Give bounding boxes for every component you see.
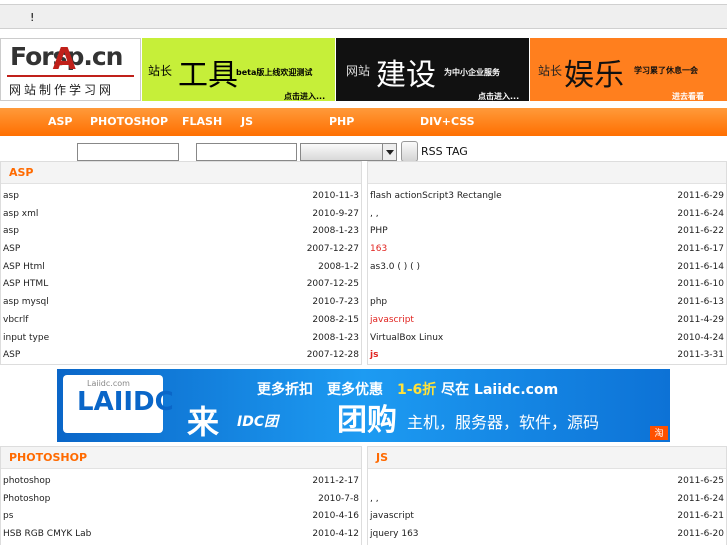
panel-photoshop-title[interactable]: PHOTOSHOP xyxy=(9,451,87,464)
list-item[interactable]: asp xml 2010-9-27 xyxy=(1,206,361,224)
site-logo[interactable]: For Asp.cn 网站制作学习网 xyxy=(0,38,141,101)
ad-idc: IDC团 xyxy=(237,414,279,430)
banner-fun-link[interactable]: 进去看看 xyxy=(672,91,704,101)
list-item[interactable]: ASP HTML 2007-12-25 xyxy=(1,276,361,294)
banner-build-title: 建设 xyxy=(376,58,436,93)
list-item[interactable]: Photoshop 2010-7-8 xyxy=(1,491,361,509)
list-item[interactable]: VirtualBox Linux 2010-4-24 xyxy=(368,330,726,348)
list-item[interactable]: 2011-6-25 xyxy=(368,473,726,491)
chevron-down-icon xyxy=(382,144,396,160)
list-item[interactable]: php 2011-6-13 xyxy=(368,294,726,312)
nav-flash[interactable]: FLASH xyxy=(182,115,222,128)
search-input-1[interactable] xyxy=(77,143,179,161)
panel-asp-header: ASP xyxy=(1,162,361,184)
banner-tools-prefix: 站长 xyxy=(148,64,173,78)
ad-goods: 主机，服务器，软件，源码 xyxy=(407,413,600,432)
logo-wordmark: For Asp.cn xyxy=(10,42,123,77)
list-item[interactable]: js 2011-3-31 xyxy=(368,347,726,365)
list-item[interactable]: asp 2008-1-23 xyxy=(1,223,361,241)
banner-fun[interactable]: 站长 娱乐 学习累了休息一会 进去看看 xyxy=(530,38,727,101)
panel-asp: ASP asp 2010-11-3 asp xml 2010-9-27 asp 200… xyxy=(0,161,362,365)
banner-fun-title: 娱乐 xyxy=(564,58,624,93)
list-item[interactable]: vbcrlf 2008-2-15 xyxy=(1,312,361,330)
logo-tagline: 网站制作学习网 xyxy=(9,83,115,97)
rss-tag-link[interactable]: RSS TAG xyxy=(421,145,468,158)
list-item[interactable]: photoshop 2011-2-17 xyxy=(1,473,361,491)
banner-tools-tag: beta版上线欢迎测试 xyxy=(236,68,313,77)
top-notice-text: ! xyxy=(30,11,35,24)
list-item[interactable]: 163 2011-6-17 xyxy=(368,241,726,259)
panel-js-title[interactable]: JS xyxy=(376,451,388,464)
list-item[interactable]: HSB RGB CMYK Lab 2010-4-12 xyxy=(1,526,361,544)
logo-underline xyxy=(7,75,134,77)
panel-asp-title[interactable]: ASP xyxy=(9,166,34,179)
banner-fun-tag: 学习累了休息一会 xyxy=(634,66,698,75)
list-item[interactable]: ASP 2007-12-28 xyxy=(1,347,361,365)
ad-banner-laiidc[interactable]: Laiidc.com LAIIDC 更多折扣 更多优惠 1-6折 尽在 Laii… xyxy=(57,369,670,442)
banner-build-tag: 为中小企业服务 xyxy=(444,68,500,77)
list-item[interactable]: asp 2010-11-3 xyxy=(1,188,361,206)
list-item[interactable]: ps 2010-4-16 xyxy=(1,508,361,526)
panel-js: JS 2011-6-25 , , 2011-6-24 javascript 2011… xyxy=(367,446,727,545)
top-notice-bar: ! xyxy=(0,4,727,29)
category-select[interactable] xyxy=(300,143,397,161)
banner-tools-title: 工具 xyxy=(178,58,238,93)
banner-build-link[interactable]: 点击进入... xyxy=(478,91,519,101)
list-item[interactable]: , , 2011-6-24 xyxy=(368,206,726,224)
search-button[interactable] xyxy=(401,141,418,162)
list-item[interactable]: 2011-6-10 xyxy=(368,276,726,294)
ad-group-buy: 团购 xyxy=(337,403,397,438)
list-item[interactable]: flash actionScript3 Rectangle 2011-6-29 xyxy=(368,188,726,206)
list-item[interactable]: javascript 2011-4-29 xyxy=(368,312,726,330)
search-input-2[interactable] xyxy=(196,143,297,161)
banner-tools-link[interactable]: 点击进入... xyxy=(284,91,325,101)
list-item[interactable]: asp mysql 2010-7-23 xyxy=(1,294,361,312)
ad-logo: Laiidc.com LAIIDC xyxy=(63,375,174,433)
list-item[interactable]: PHP 2011-6-22 xyxy=(368,223,726,241)
panel-latest: flash actionScript3 Rectangle 2011-6-29 ,… xyxy=(367,161,727,365)
nav-photoshop[interactable]: PHOTOSHOP xyxy=(90,115,168,128)
list-item[interactable]: as3.0 ( ) ( ) 2011-6-14 xyxy=(368,259,726,277)
nav-php[interactable]: PHP xyxy=(329,115,354,128)
panel-photoshop-header: PHOTOSHOP xyxy=(1,447,361,469)
main-nav: ASP PHOTOSHOP FLASH JS PHP DIV+CSS xyxy=(0,108,727,136)
banner-build-prefix: 网站 xyxy=(346,64,371,78)
nav-div-css[interactable]: DIV+CSS xyxy=(420,115,475,128)
panel-latest-header xyxy=(368,162,726,184)
nav-js[interactable]: JS xyxy=(241,115,253,128)
list-item[interactable]: jquery 163 2011-6-20 xyxy=(368,526,726,544)
banner-build[interactable]: 网站 建设 为中小企业服务 点击进入... xyxy=(336,38,529,101)
list-item[interactable]: ASP 2007-12-27 xyxy=(1,241,361,259)
taobao-icon: 淘 xyxy=(650,426,668,440)
list-item[interactable]: javascript 2011-6-21 xyxy=(368,508,726,526)
nav-asp[interactable]: ASP xyxy=(48,115,73,128)
list-item[interactable]: ASP Html 2008-1-2 xyxy=(1,259,361,277)
ad-lai: 来 xyxy=(187,403,220,441)
ad-headline: 更多折扣 更多优惠 1-6折 尽在 Laiidc.com xyxy=(257,382,559,398)
banner-fun-prefix: 站长 xyxy=(538,64,563,78)
banner-tools[interactable]: 站长 工具 beta版上线欢迎测试 点击进入... xyxy=(142,38,335,101)
header-banner: For Asp.cn 网站制作学习网 站长 工具 beta版上线欢迎测试 点击进入… xyxy=(0,38,727,101)
panel-photoshop: PHOTOSHOP photoshop 2011-2-17 Photoshop 20… xyxy=(0,446,362,545)
panel-js-header: JS xyxy=(368,447,726,469)
list-item[interactable]: input type 2008-1-23 xyxy=(1,330,361,348)
list-item[interactable]: , , 2011-6-24 xyxy=(368,491,726,509)
